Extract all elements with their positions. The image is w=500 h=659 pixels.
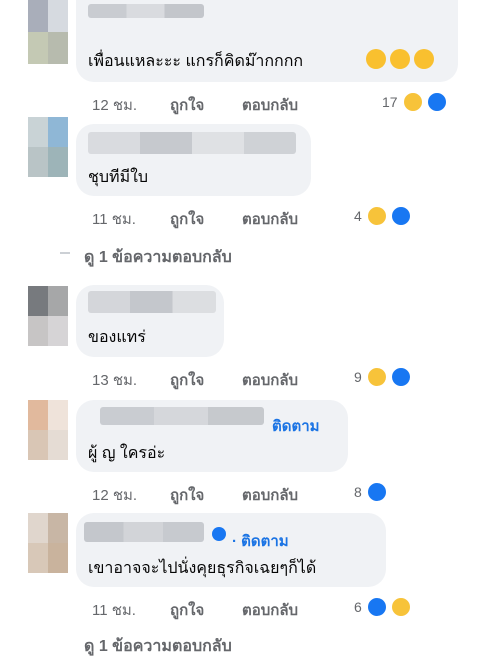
- like-button[interactable]: ถูกใจ: [170, 368, 204, 392]
- reply-button[interactable]: ตอบกลับ: [242, 368, 298, 392]
- comment-text: ของแทร่: [88, 329, 146, 346]
- avatar[interactable]: [28, 400, 68, 460]
- blurred-username[interactable]: [88, 4, 204, 18]
- comment-time[interactable]: 12 ชม.: [92, 483, 137, 507]
- like-icon: [366, 596, 388, 618]
- rofl-emoji: [414, 49, 434, 69]
- follow-button[interactable]: ติดตาม: [272, 414, 320, 438]
- follow-button[interactable]: · ติดตาม: [232, 529, 289, 553]
- comment-time[interactable]: 13 ชม.: [92, 368, 137, 392]
- rofl-emoji: [390, 49, 410, 69]
- view-replies-link[interactable]: ดู 1 ข้อความตอบกลับ: [84, 634, 232, 659]
- comment-text: เขาอาจจะไปนั่งคุยธุรกิจเฉยๆก็ได้: [88, 560, 317, 577]
- reply-button[interactable]: ตอบกลับ: [242, 93, 298, 117]
- comment-text: ชุบทีมีใบ: [88, 169, 149, 186]
- avatar[interactable]: [28, 513, 68, 573]
- reaction-count[interactable]: 17: [382, 94, 398, 110]
- like-button[interactable]: ถูกใจ: [170, 598, 204, 622]
- like-button[interactable]: ถูกใจ: [170, 483, 204, 507]
- haha-icon: [366, 205, 388, 227]
- comment-text: ผู้ ญ ใครอ่ะ: [88, 445, 166, 462]
- like-icon: [390, 366, 412, 388]
- avatar[interactable]: [28, 286, 68, 346]
- blurred-username[interactable]: [100, 407, 264, 425]
- comment-time[interactable]: 11 ชม.: [92, 598, 136, 622]
- comment-time[interactable]: 11 ชม.: [92, 207, 136, 231]
- like-icon: [366, 481, 388, 503]
- blurred-username[interactable]: [88, 132, 296, 154]
- view-replies-link[interactable]: ดู 1 ข้อความตอบกลับ: [84, 245, 232, 270]
- reply-button[interactable]: ตอบกลับ: [242, 207, 298, 231]
- reply-button[interactable]: ตอบกลับ: [242, 598, 298, 622]
- like-button[interactable]: ถูกใจ: [170, 207, 204, 231]
- blurred-username[interactable]: [84, 522, 204, 542]
- reply-button[interactable]: ตอบกลับ: [242, 483, 298, 507]
- reaction-count[interactable]: 9: [354, 369, 362, 385]
- like-button[interactable]: ถูกใจ: [170, 93, 204, 117]
- haha-icon: [402, 91, 424, 113]
- haha-icon: [390, 596, 412, 618]
- haha-icon: [366, 366, 388, 388]
- comment-text: เพื่อนแหละะะ แกรก็คิดม๊ากกกก: [88, 53, 304, 70]
- like-icon: [426, 91, 448, 113]
- comment-time[interactable]: 12 ชม.: [92, 93, 137, 117]
- reaction-count[interactable]: 8: [354, 484, 362, 500]
- reply-branch-icon: [60, 252, 70, 254]
- avatar[interactable]: [28, 117, 68, 177]
- reaction-count[interactable]: 4: [354, 208, 362, 224]
- rofl-emoji: [366, 49, 386, 69]
- blurred-username[interactable]: [88, 291, 216, 313]
- like-icon: [390, 205, 412, 227]
- verified-badge-icon: [212, 527, 226, 541]
- reaction-count[interactable]: 6: [354, 599, 362, 615]
- avatar[interactable]: [28, 0, 68, 64]
